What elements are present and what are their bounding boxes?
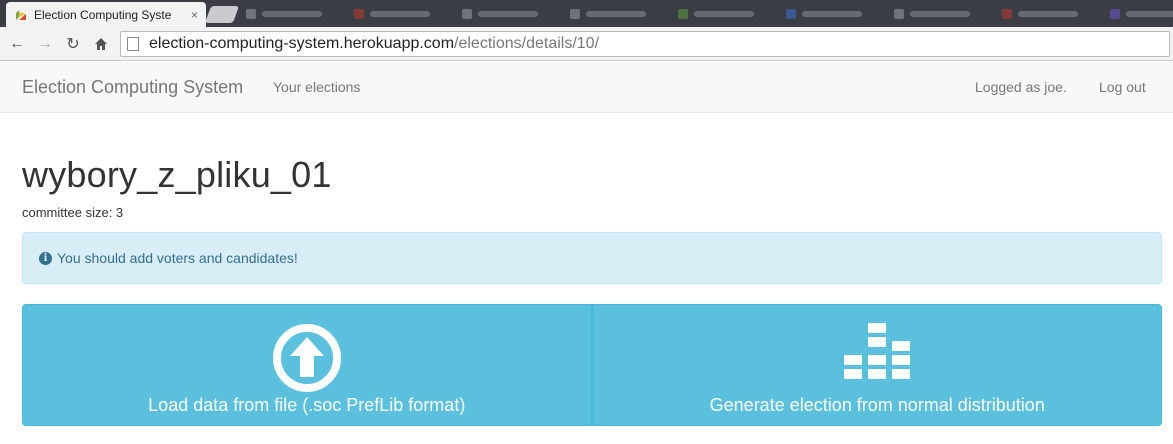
back-arrow-icon[interactable]: ← [6,33,28,55]
generate-election-button[interactable]: Generate election from normal distributi… [591,304,1162,426]
background-tab[interactable] [996,4,1102,24]
browser-tab-title: Election Computing Syste [34,7,172,22]
background-tab[interactable] [240,4,346,24]
app-favicon-icon [16,9,26,20]
close-tab-icon[interactable]: × [191,8,198,22]
browser-tab-strip: Election Computing Syste × [0,0,1173,27]
background-tab[interactable] [564,4,670,24]
brand-link[interactable]: Election Computing System [22,77,243,98]
logged-in-user: Logged as joe. [975,79,1067,95]
committee-size: committee size: 3 [22,205,124,220]
url-path: /elections/details/10/ [454,35,600,52]
info-alert: i You should add voters and candidates! [22,232,1162,284]
action-panels: Load data from file (.soc PrefLib format… [22,304,1162,426]
background-tab[interactable] [780,4,886,24]
app-navbar: Election Computing System Your elections… [0,62,1173,113]
load-data-label: Load data from file (.soc PrefLib format… [148,395,466,415]
generate-election-label: Generate election from normal distributi… [709,395,1045,415]
new-tab-button[interactable] [204,6,240,23]
info-circle-icon: i [39,251,52,265]
background-tab[interactable] [888,4,994,24]
reload-icon[interactable]: ↻ [62,33,84,55]
load-data-button[interactable]: Load data from file (.soc PrefLib format… [22,304,592,426]
page-icon [127,37,139,51]
upload-arrow-icon [272,324,341,392]
browser-tab-active[interactable]: Election Computing Syste × [6,2,206,27]
background-tab[interactable] [348,4,454,24]
forward-arrow-icon[interactable]: → [34,33,56,55]
background-tab[interactable] [1104,4,1173,24]
address-bar[interactable]: election-computing-system.herokuapp.com/… [120,31,1170,57]
background-tabs [240,4,1173,24]
browser-toolbar: ← → ↻ election-computing-system.herokuap… [0,27,1173,61]
alert-message: You should add voters and candidates! [57,250,298,266]
background-tab[interactable] [672,4,778,24]
nav-your-elections[interactable]: Your elections [273,79,360,95]
url-host: election-computing-system.herokuapp.com [149,35,455,52]
background-tab[interactable] [456,4,562,24]
home-icon[interactable] [90,33,112,55]
election-title: wybory_z_pliku_01 [22,154,332,195]
bar-chart-distribution-icon [844,323,911,379]
address-url: election-computing-system.herokuapp.com/… [149,35,599,53]
logout-link[interactable]: Log out [1099,79,1146,95]
